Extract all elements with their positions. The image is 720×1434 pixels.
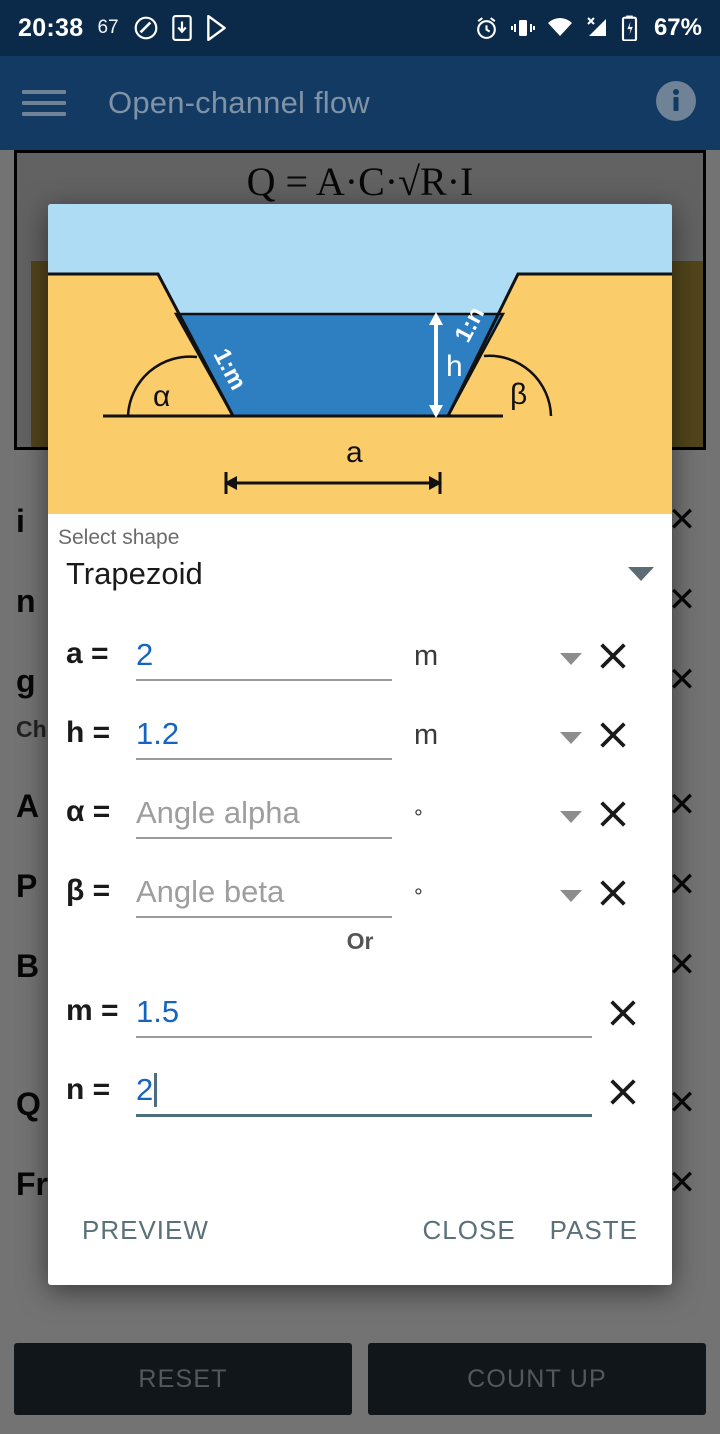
status-left-icons	[133, 14, 229, 42]
field-label-alpha: α =	[66, 795, 111, 828]
field-row-n: n = 2	[48, 1038, 672, 1117]
select-shape-label: Select shape	[58, 526, 180, 549]
phone-screen: 20:38 67 67% Open-channel flow α β 1:m 1…	[0, 0, 720, 1434]
chevron-down-icon[interactable]	[628, 567, 654, 581]
clear-field-h[interactable]	[582, 718, 644, 760]
field-label-beta: β =	[66, 874, 111, 907]
beta-label: β	[510, 378, 527, 411]
height-label: h	[446, 350, 463, 383]
unit-dropdown-h[interactable]	[518, 732, 582, 760]
field-label-n: n =	[66, 1073, 111, 1106]
field-input-alpha[interactable]: Angle alpha	[136, 795, 392, 839]
text-cursor	[154, 1073, 158, 1107]
field-unit-a: m	[414, 640, 439, 672]
field-input-beta[interactable]: Angle beta	[136, 874, 392, 918]
field-row-m: m = 1.5	[48, 959, 672, 1038]
status-badge-count: 67	[97, 17, 119, 38]
circle-slash-icon	[133, 15, 159, 41]
channel-cross-section-diagram: α β 1:m 1:n h a	[48, 204, 672, 514]
field-row-a: a = 2 m	[48, 602, 672, 681]
wifi-icon	[547, 17, 573, 39]
vibrate-icon	[510, 16, 536, 40]
or-divider-label: Or	[346, 928, 374, 954]
field-row-beta: β = Angle beta °	[48, 839, 672, 918]
close-icon	[600, 801, 626, 827]
base-label: a	[346, 436, 363, 469]
shape-dropdown[interactable]: Trapezoid	[48, 550, 672, 602]
paste-button[interactable]: PASTE	[550, 1215, 638, 1246]
signal-no-sim-icon	[584, 16, 610, 40]
field-unit-h: m	[414, 719, 439, 751]
shape-input-dialog: α β 1:m 1:n h a Select shape Trapezoid a…	[48, 204, 672, 1285]
field-row-alpha: α = Angle alpha °	[48, 760, 672, 839]
play-store-icon	[205, 14, 229, 42]
download-phone-icon	[171, 15, 192, 41]
page-title: Open-channel flow	[108, 85, 370, 120]
unit-dropdown-alpha[interactable]	[518, 811, 582, 839]
field-unit-beta: °	[414, 884, 423, 909]
alarm-icon	[474, 16, 499, 41]
field-label-m: m =	[66, 994, 119, 1027]
alpha-label: α	[153, 380, 170, 413]
status-time: 20:38	[18, 13, 84, 42]
field-input-n-value: 2	[136, 1072, 154, 1107]
battery-percent: 67%	[653, 14, 702, 41]
status-right-icons: 67%	[474, 14, 702, 42]
field-label-h: h =	[66, 716, 111, 749]
preview-button[interactable]: PREVIEW	[82, 1215, 209, 1246]
chevron-down-icon	[560, 653, 582, 665]
shape-selected-value: Trapezoid	[66, 556, 203, 591]
clear-field-alpha[interactable]	[582, 797, 644, 839]
app-bar: Open-channel flow	[0, 56, 720, 150]
clear-field-beta[interactable]	[582, 876, 644, 918]
hamburger-menu-icon[interactable]	[22, 87, 66, 119]
close-icon	[600, 722, 626, 748]
field-label-a: a =	[66, 637, 109, 670]
unit-dropdown-a[interactable]	[518, 653, 582, 681]
close-icon	[600, 880, 626, 906]
clear-field-m[interactable]	[592, 996, 654, 1038]
clear-field-a[interactable]	[582, 639, 644, 681]
field-row-h: h = 1.2 m	[48, 681, 672, 760]
close-icon	[600, 643, 626, 669]
field-input-h[interactable]: 1.2	[136, 716, 392, 760]
chevron-down-icon	[560, 890, 582, 902]
unit-dropdown-beta[interactable]	[518, 890, 582, 918]
close-icon	[610, 1000, 636, 1026]
status-bar: 20:38 67 67%	[0, 0, 720, 56]
clear-field-n[interactable]	[592, 1075, 654, 1117]
field-input-a[interactable]: 2	[136, 637, 392, 681]
dialog-action-bar: PREVIEW CLOSE PASTE	[48, 1175, 672, 1285]
chevron-down-icon	[560, 811, 582, 823]
field-unit-alpha: °	[414, 805, 423, 830]
chevron-down-icon	[560, 732, 582, 744]
field-input-n[interactable]: 2	[136, 1072, 592, 1117]
close-icon	[610, 1079, 636, 1105]
field-input-m[interactable]: 1.5	[136, 994, 592, 1038]
close-button[interactable]: CLOSE	[423, 1215, 516, 1246]
info-icon[interactable]	[654, 79, 698, 128]
battery-icon	[621, 15, 638, 42]
